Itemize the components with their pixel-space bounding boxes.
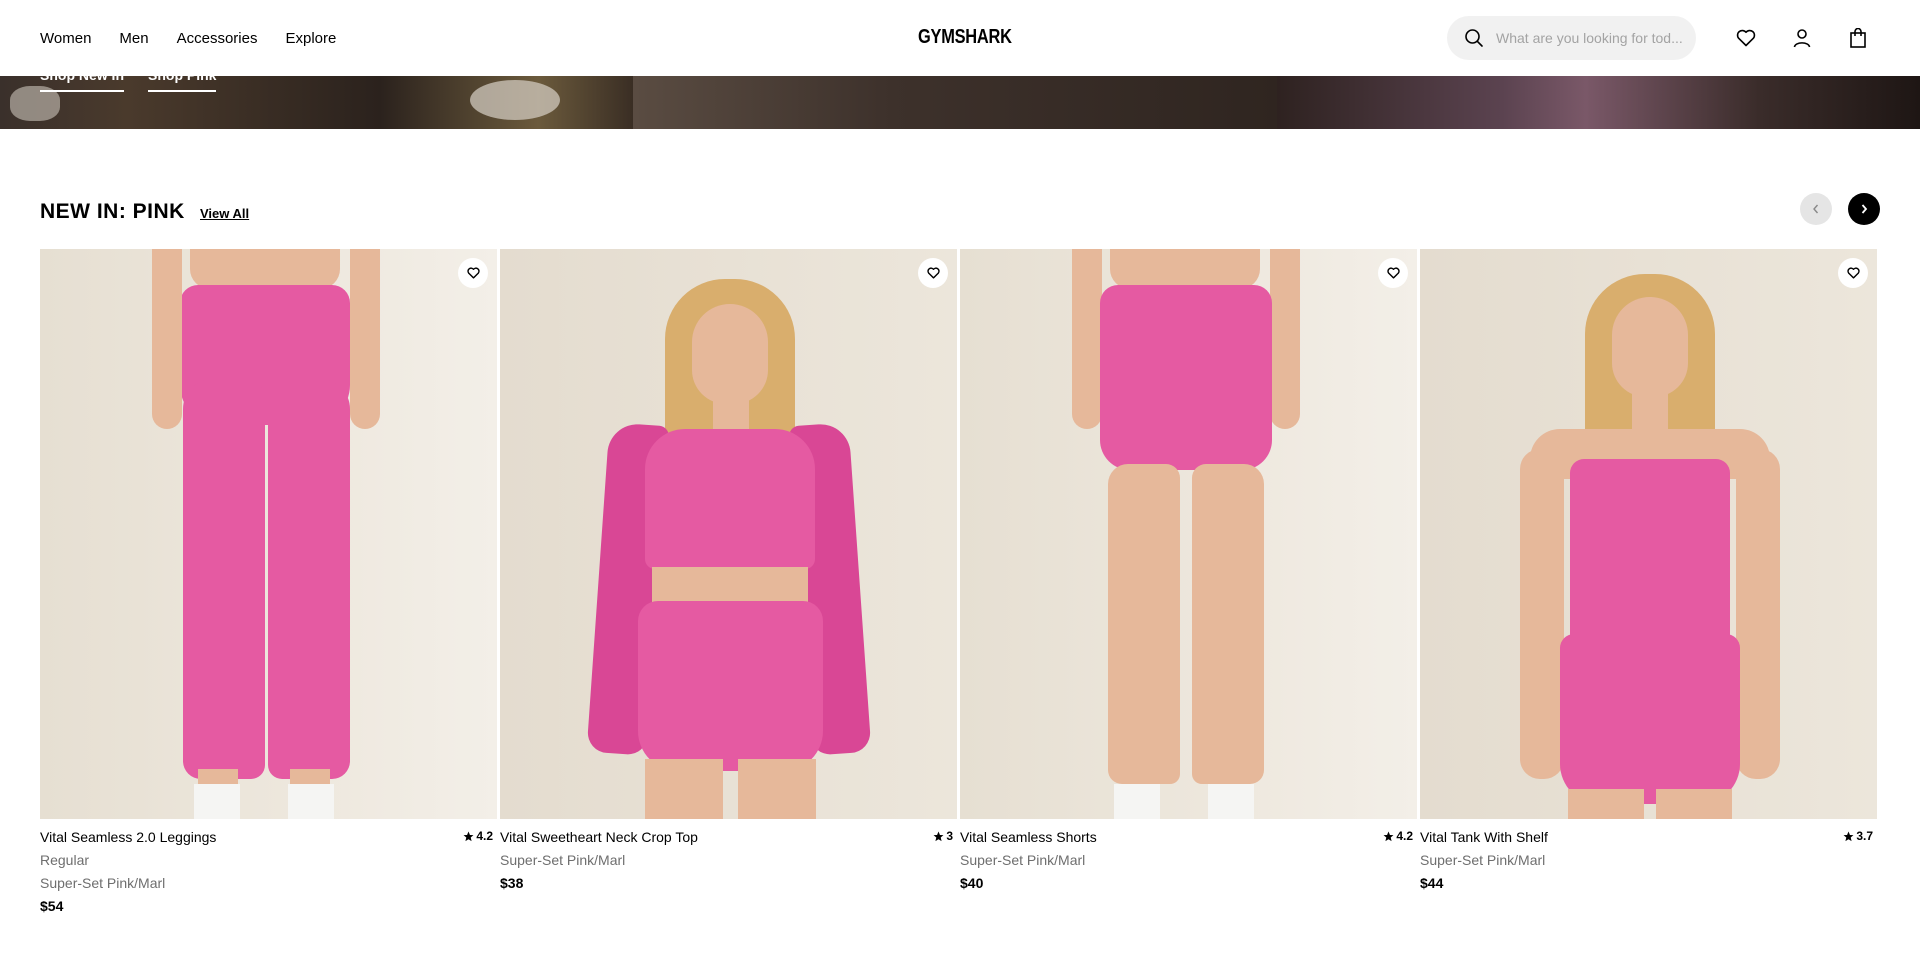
hero-shoe-image	[470, 80, 560, 120]
wishlist-button[interactable]	[918, 258, 948, 288]
product-card[interactable]: Vital Sweetheart Neck Crop Top 3 Super-S…	[500, 249, 957, 891]
chevron-left-icon	[1813, 204, 1819, 214]
product-fit: Regular	[40, 852, 90, 868]
search-icon	[1465, 29, 1483, 47]
rating-value: 4.2	[1396, 829, 1413, 843]
product-name[interactable]: Vital Seamless Shorts	[960, 829, 1097, 845]
product-image[interactable]	[500, 249, 957, 819]
nav-accessories[interactable]: Accessories	[177, 30, 258, 47]
star-icon	[1843, 831, 1854, 841]
heart-icon	[1386, 267, 1400, 279]
product-card[interactable]: Vital Seamless Shorts 4.2 Super-Set Pink…	[960, 249, 1417, 891]
product-rating: 3.7	[1843, 829, 1873, 843]
star-icon	[933, 831, 944, 841]
wishlist-button[interactable]	[1838, 258, 1868, 288]
view-all-link[interactable]: View All	[200, 206, 249, 221]
heart-icon	[926, 267, 940, 279]
site-logo[interactable]: GYMSHARK	[918, 26, 1012, 49]
nav-women[interactable]: Women	[40, 30, 91, 47]
product-image[interactable]	[960, 249, 1417, 819]
hero-links: Shop New In Shop Pink	[40, 76, 217, 92]
product-color: Super-Set Pink/Marl	[500, 852, 626, 868]
product-name[interactable]: Vital Tank With Shelf	[1420, 829, 1548, 845]
chevron-right-icon	[1861, 204, 1868, 214]
wishlist-icon[interactable]	[1734, 26, 1758, 50]
star-icon	[463, 831, 474, 841]
search-input[interactable]	[1496, 30, 1686, 46]
product-rating: 3	[933, 829, 953, 843]
product-name[interactable]: Vital Seamless 2.0 Leggings	[40, 829, 216, 845]
product-price: $40	[960, 875, 984, 891]
product-color: Super-Set Pink/Marl	[1420, 852, 1546, 868]
product-rating: 4.2	[463, 829, 493, 843]
wishlist-button[interactable]	[1378, 258, 1408, 288]
nav-men[interactable]: Men	[119, 30, 148, 47]
hero-image-center	[633, 76, 1277, 129]
search-bar[interactable]	[1447, 16, 1696, 60]
account-icon[interactable]	[1790, 26, 1814, 50]
rating-value: 3.7	[1856, 829, 1873, 843]
product-card[interactable]: Vital Seamless 2.0 Leggings 4.2 Regular …	[40, 249, 497, 914]
hero-banner: Shop New In Shop Pink	[0, 76, 1920, 129]
product-color: Super-Set Pink/Marl	[40, 875, 166, 891]
star-icon	[1383, 831, 1394, 841]
hero-image-right	[1277, 76, 1920, 129]
heart-icon	[466, 267, 480, 279]
product-name[interactable]: Vital Sweetheart Neck Crop Top	[500, 829, 698, 845]
carousel-prev-button[interactable]	[1800, 193, 1832, 225]
bag-icon[interactable]	[1846, 26, 1870, 50]
product-image[interactable]	[40, 249, 497, 819]
main-nav: Women Men Accessories Explore	[40, 0, 336, 76]
nav-explore[interactable]: Explore	[285, 30, 336, 47]
shop-pink-link[interactable]: Shop Pink	[148, 76, 217, 92]
rating-value: 3	[946, 829, 953, 843]
product-price: $54	[40, 898, 64, 914]
heart-icon	[1846, 267, 1860, 279]
product-rating: 4.2	[1383, 829, 1413, 843]
product-price: $38	[500, 875, 524, 891]
product-price: $44	[1420, 875, 1444, 891]
product-card[interactable]: Vital Tank With Shelf 3.7 Super-Set Pink…	[1420, 249, 1877, 891]
product-color: Super-Set Pink/Marl	[960, 852, 1086, 868]
rating-value: 4.2	[476, 829, 493, 843]
product-image[interactable]	[1420, 249, 1877, 819]
site-header: Women Men Accessories Explore GYMSHARK	[0, 0, 1920, 76]
wishlist-button[interactable]	[458, 258, 488, 288]
carousel-next-button[interactable]	[1848, 193, 1880, 225]
section-title: NEW IN: PINK	[40, 200, 185, 223]
shop-new-in-link[interactable]: Shop New In	[40, 76, 124, 92]
